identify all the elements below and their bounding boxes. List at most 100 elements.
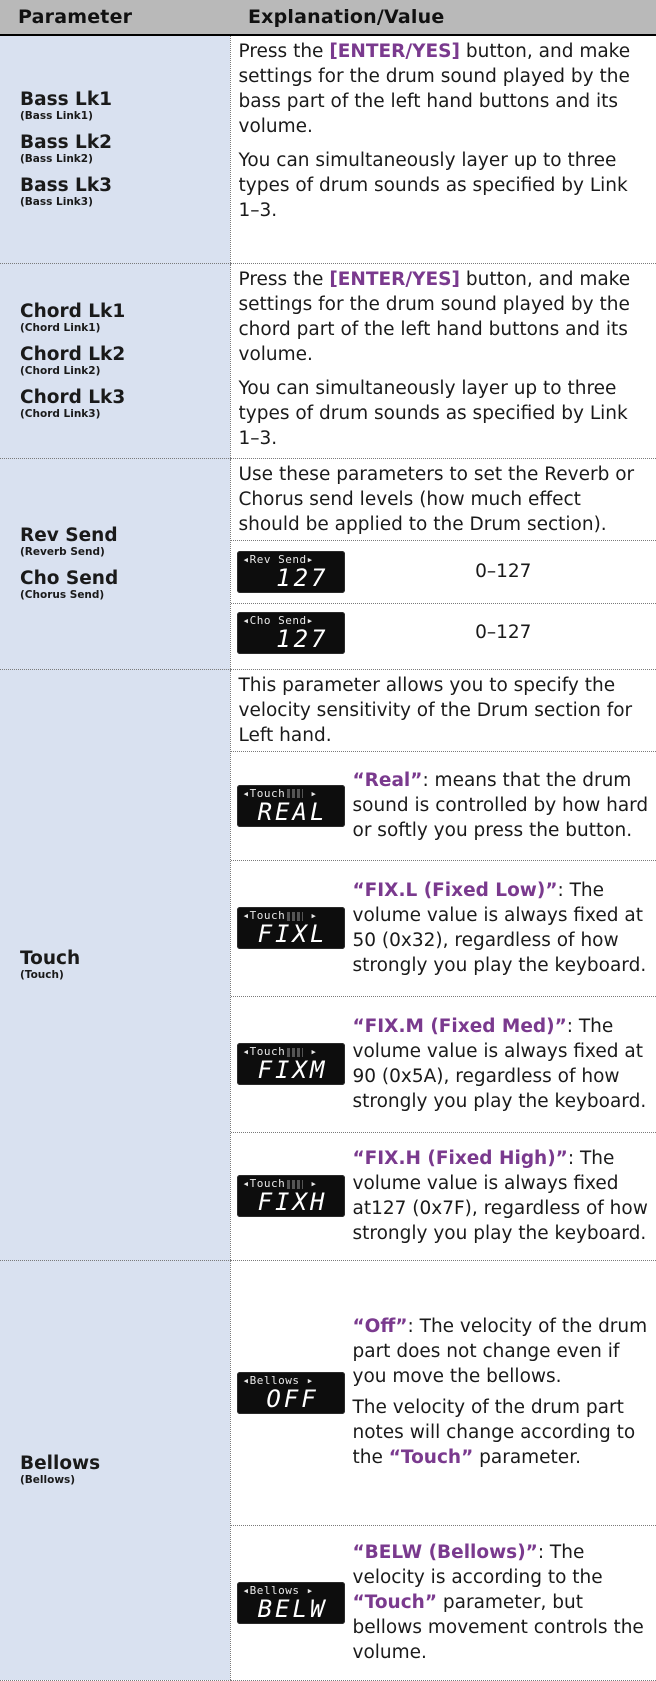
table-row-touch: Touch (Touch) This parameter allows you …: [0, 669, 656, 1260]
param-chord-lk2: Chord Lk2 (Chord Link2): [20, 344, 224, 378]
param-name: Chord Lk2: [20, 344, 224, 365]
text-run: parameter.: [473, 1447, 581, 1468]
value-range: 0–127: [351, 561, 656, 582]
lcd-cell: ◂Touch ▸ FIXL: [231, 907, 351, 949]
bellows-option-off: ◂Bellows ▸ OFF “Off”: The velocity of th…: [231, 1261, 656, 1525]
value-range: 0–127: [351, 622, 656, 643]
option-label: “Off”: [353, 1316, 408, 1337]
param-chord-lk3: Chord Lk3 (Chord Link3): [20, 387, 224, 421]
param-cell-chord: Chord Lk1 (Chord Link1) Chord Lk2 (Chord…: [0, 263, 230, 458]
explain-text: You can simultaneously layer up to three…: [231, 145, 656, 226]
lcd-display-bellows-off: ◂Bellows ▸ OFF: [237, 1372, 345, 1414]
explain-cell-bass: Press the [ENTER/YES] button, and make s…: [230, 35, 656, 263]
param-subname: (Bellows): [20, 1474, 224, 1487]
enter-yes-button-ref: [ENTER/YES]: [329, 41, 460, 62]
param-subname: (Chord Link2): [20, 365, 224, 378]
lcd-display-touch-real: ◂Touch ▸ REAL: [237, 785, 345, 827]
touch-option-fixl: ◂Touch ▸ FIXL “FIX.L (Fixed Low)”: The v…: [231, 860, 656, 996]
lcd-value: BELW: [247, 1596, 339, 1622]
param-bellows: Bellows (Bellows): [20, 1453, 224, 1487]
header-parameter: Parameter: [0, 0, 230, 35]
option-label: “FIX.L (Fixed Low)”: [353, 880, 558, 901]
bellows-option-belw: ◂Bellows ▸ BELW “BELW (Bellows)”: The ve…: [231, 1525, 656, 1680]
lcd-value: 127: [247, 626, 339, 652]
param-name: Chord Lk3: [20, 387, 224, 408]
param-rev-send: Rev Send (Reverb Send): [20, 525, 224, 559]
option-label: “Real”: [353, 770, 423, 791]
param-cho-send: Cho Send (Chorus Send): [20, 568, 224, 602]
table-header-row: Parameter Explanation/Value: [0, 0, 656, 35]
touch-option-real: ◂Touch ▸ REAL “Real”: means that the dru…: [231, 751, 656, 860]
table-row-send: Rev Send (Reverb Send) Cho Send (Chorus …: [0, 458, 656, 669]
lcd-value: FIXL: [247, 921, 339, 947]
explain-text: Press the [ENTER/YES] button, and make s…: [231, 36, 656, 142]
touch-ref: “Touch”: [353, 1592, 438, 1613]
param-touch: Touch (Touch): [20, 948, 224, 982]
explain-cell-chord: Press the [ENTER/YES] button, and make s…: [230, 263, 656, 458]
option-description: “BELW (Bellows)”: The velocity is accord…: [351, 1537, 656, 1669]
text-run: Press the: [239, 269, 330, 290]
param-bass-lk3: Bass Lk3 (Bass Link3): [20, 175, 224, 209]
lcd-value: REAL: [247, 799, 339, 825]
table-row-bellows: Bellows (Bellows) ◂Bellows ▸ OFF “Off”: …: [0, 1260, 656, 1680]
param-subname: (Reverb Send): [20, 546, 224, 559]
lcd-value: FIXM: [247, 1057, 339, 1083]
explain-cell-send: Use these parameters to set the Reverb o…: [230, 458, 656, 669]
param-cell-bellows: Bellows (Bellows): [0, 1260, 230, 1680]
lcd-display-touch-fixl: ◂Touch ▸ FIXL: [237, 907, 345, 949]
lcd-display-touch-fixm: ◂Touch ▸ FIXM: [237, 1043, 345, 1085]
option-description: “FIX.L (Fixed Low)”: The volume value is…: [351, 875, 656, 982]
explain-cell-bellows: ◂Bellows ▸ OFF “Off”: The velocity of th…: [230, 1260, 656, 1680]
param-name: Touch: [20, 948, 224, 969]
explain-text: You can simultaneously layer up to three…: [231, 373, 656, 454]
param-subname: (Chorus Send): [20, 589, 224, 602]
lcd-cell: ◂Rev Send▸ 127: [231, 551, 351, 593]
param-subname: (Chord Link3): [20, 408, 224, 421]
lcd-cell: ◂Cho Send▸ 127: [231, 612, 351, 654]
param-subname: (Bass Link3): [20, 196, 224, 209]
param-name: Bellows: [20, 1453, 224, 1474]
lcd-cell: ◂Touch ▸ FIXH: [231, 1175, 351, 1217]
param-subname: (Touch): [20, 969, 224, 982]
option-label: “FIX.M (Fixed Med)”: [353, 1016, 567, 1037]
value-row-cho-send: ◂Cho Send▸ 127 0–127: [231, 603, 656, 662]
param-chord-lk1: Chord Lk1 (Chord Link1): [20, 301, 224, 335]
parameter-table: Parameter Explanation/Value Bass Lk1 (Ba…: [0, 0, 656, 1681]
table-row-bass: Bass Lk1 (Bass Link1) Bass Lk2 (Bass Lin…: [0, 35, 656, 263]
param-bass-lk2: Bass Lk2 (Bass Link2): [20, 132, 224, 166]
option-label: “BELW (Bellows)”: [353, 1542, 538, 1563]
lcd-value: FIXH: [247, 1189, 339, 1215]
param-subname: (Bass Link2): [20, 153, 224, 166]
enter-yes-button-ref: [ENTER/YES]: [329, 269, 460, 290]
param-name: Chord Lk1: [20, 301, 224, 322]
table-row-chord: Chord Lk1 (Chord Link1) Chord Lk2 (Chord…: [0, 263, 656, 458]
option-description: “FIX.H (Fixed High)”: The volume value i…: [351, 1143, 656, 1250]
explain-cell-touch: This parameter allows you to specify the…: [230, 669, 656, 1260]
param-name: Bass Lk3: [20, 175, 224, 196]
touch-ref: “Touch”: [389, 1447, 474, 1468]
param-name: Bass Lk1: [20, 89, 224, 110]
explain-text: This parameter allows you to specify the…: [231, 670, 656, 751]
option-description: “Real”: means that the drum sound is con…: [351, 765, 656, 847]
param-bass-lk1: Bass Lk1 (Bass Link1): [20, 89, 224, 123]
lcd-display-touch-fixh: ◂Touch ▸ FIXH: [237, 1175, 345, 1217]
option-label: “FIX.H (Fixed High)”: [353, 1148, 568, 1169]
lcd-display-bellows-belw: ◂Bellows ▸ BELW: [237, 1582, 345, 1624]
lcd-cell: ◂Bellows ▸ OFF: [231, 1372, 351, 1414]
param-subname: (Chord Link1): [20, 322, 224, 335]
lcd-cell: ◂Bellows ▸ BELW: [231, 1582, 351, 1624]
param-name: Rev Send: [20, 525, 224, 546]
param-cell-bass: Bass Lk1 (Bass Link1) Bass Lk2 (Bass Lin…: [0, 35, 230, 263]
lcd-value: OFF: [247, 1386, 339, 1412]
explain-text: Use these parameters to set the Reverb o…: [231, 459, 656, 540]
param-subname: (Bass Link1): [20, 110, 224, 123]
lcd-display-rev-send: ◂Rev Send▸ 127: [237, 551, 345, 593]
lcd-cell: ◂Touch ▸ REAL: [231, 785, 351, 827]
param-cell-touch: Touch (Touch): [0, 669, 230, 1260]
value-row-rev-send: ◂Rev Send▸ 127 0–127: [231, 540, 656, 603]
param-name: Cho Send: [20, 568, 224, 589]
option-description: “FIX.M (Fixed Med)”: The volume value is…: [351, 1011, 656, 1118]
explain-text: Press the [ENTER/YES] button, and make s…: [231, 264, 656, 370]
lcd-display-cho-send: ◂Cho Send▸ 127: [237, 612, 345, 654]
text-run: Press the: [239, 41, 330, 62]
